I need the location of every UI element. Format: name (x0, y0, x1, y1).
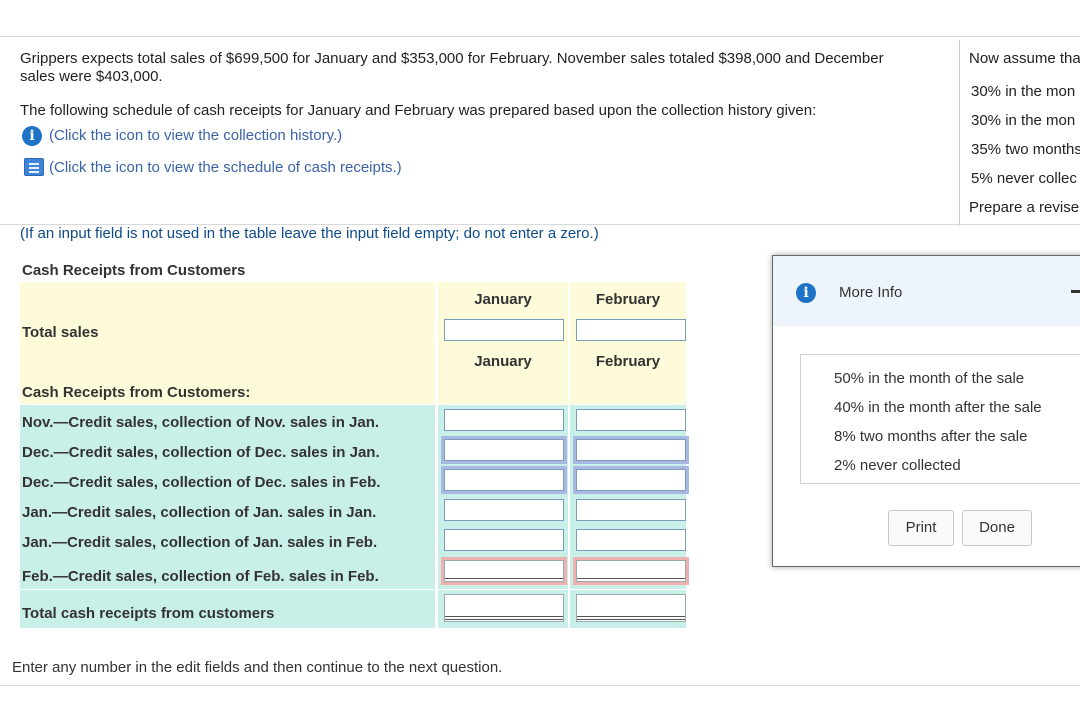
top-divider (0, 36, 1080, 37)
info-icon[interactable]: i (22, 126, 42, 146)
table-row: Jan.—Credit sales, collection of Jan. sa… (20, 495, 686, 525)
section-label: Cash Receipts from Customers: (22, 384, 251, 401)
bottom-divider (0, 685, 1080, 686)
right-panel-footer: Prepare a revise (969, 199, 1080, 216)
dec-feb-input[interactable] (573, 466, 689, 494)
table-row: Feb.—Credit sales, collection of Feb. sa… (20, 555, 689, 589)
row-label: Dec.—Credit sales, collection of Dec. sa… (22, 444, 380, 461)
total-sales-january-input[interactable] (444, 319, 564, 341)
problem-line-2: sales were $403,000. (20, 68, 163, 85)
total-january-input[interactable] (444, 594, 564, 622)
row-label: Jan.—Credit sales, collection of Jan. sa… (22, 504, 377, 521)
more-info-dialog: i More Info 50% in the month of the sale… (772, 255, 1080, 567)
collection-history-link[interactable]: (Click the icon to view the collection h… (49, 127, 342, 145)
table-row: Dec.—Credit sales, collection of Dec. sa… (20, 465, 689, 495)
row-label: Total sales (22, 324, 99, 341)
dialog-header: i More Info (773, 256, 1080, 326)
table-header-row: January February (20, 282, 686, 316)
row-label: Nov.—Credit sales, collection of Nov. sa… (22, 414, 380, 431)
column-header-february: February (595, 291, 661, 308)
right-panel-item: 5% never collec (971, 170, 1077, 187)
minimize-icon[interactable] (1071, 290, 1080, 293)
dialog-title: More Info (839, 284, 903, 301)
problem-line-3: The following schedule of cash receipts … (20, 102, 817, 119)
total-sales-february-input[interactable] (576, 319, 686, 341)
right-panel-item: 30% in the mon (971, 112, 1076, 129)
table-row: Dec.—Credit sales, collection of Dec. sa… (20, 435, 689, 465)
collection-item: 50% in the month of the sale (834, 370, 1025, 387)
feb-feb-input[interactable] (573, 557, 689, 585)
row-label: Jan.—Credit sales, collection of Jan. sa… (22, 534, 378, 551)
jan-jan-feb-input[interactable] (576, 499, 686, 521)
jan-jan-input[interactable] (444, 499, 564, 521)
document-icon[interactable] (24, 158, 44, 176)
table-total-row: Total cash receipts from customers (20, 590, 686, 628)
column-header-january: January (474, 291, 532, 308)
row-label: Feb.—Credit sales, collection of Feb. sa… (22, 568, 379, 585)
table-row: Jan.—Credit sales, collection of Jan. sa… (20, 525, 686, 555)
print-button[interactable]: Print (888, 510, 954, 546)
collection-item: 2% never collected (834, 457, 961, 474)
footer-instruction: Enter any number in the edit fields and … (12, 659, 503, 676)
table-title: Cash Receipts from Customers (22, 262, 246, 279)
info-icon: i (796, 283, 816, 303)
table-section-row: Cash Receipts from Customers: (20, 376, 686, 404)
total-february-input[interactable] (576, 594, 686, 622)
panel-divider (959, 40, 960, 226)
dec-jan-input[interactable] (441, 436, 567, 464)
right-panel-item: 35% two months (971, 141, 1080, 158)
table-header-row: January February (20, 346, 686, 376)
dec-feb-jan-input[interactable] (441, 466, 567, 494)
problem-line-1: Grippers expects total sales of $699,500… (20, 50, 884, 67)
jan-feb-jan-input[interactable] (444, 529, 564, 551)
schedule-link[interactable]: (Click the icon to view the schedule of … (49, 159, 402, 177)
instruction-note: (If an input field is not used in the ta… (20, 225, 599, 242)
table-row: Nov.—Credit sales, collection of Nov. sa… (20, 405, 686, 435)
done-button[interactable]: Done (962, 510, 1032, 546)
right-panel-item: 30% in the mon (971, 83, 1076, 100)
table-row: Total sales (20, 316, 686, 346)
collection-item: 40% in the month after the sale (834, 399, 1042, 416)
total-label: Total cash receipts from customers (22, 605, 275, 622)
nov-feb-input[interactable] (576, 409, 686, 431)
row-label: Dec.—Credit sales, collection of Dec. sa… (22, 474, 381, 491)
column-header-february: February (595, 353, 661, 370)
collection-history-box: 50% in the month of the sale 40% in the … (800, 354, 1080, 484)
collection-item: 8% two months after the sale (834, 428, 1028, 445)
nov-jan-input[interactable] (444, 409, 564, 431)
dec-jan-feb-input[interactable] (573, 436, 689, 464)
feb-jan-input[interactable] (441, 557, 567, 585)
jan-feb-input[interactable] (576, 529, 686, 551)
column-header-january: January (474, 353, 532, 370)
right-panel-heading: Now assume tha (969, 50, 1080, 67)
